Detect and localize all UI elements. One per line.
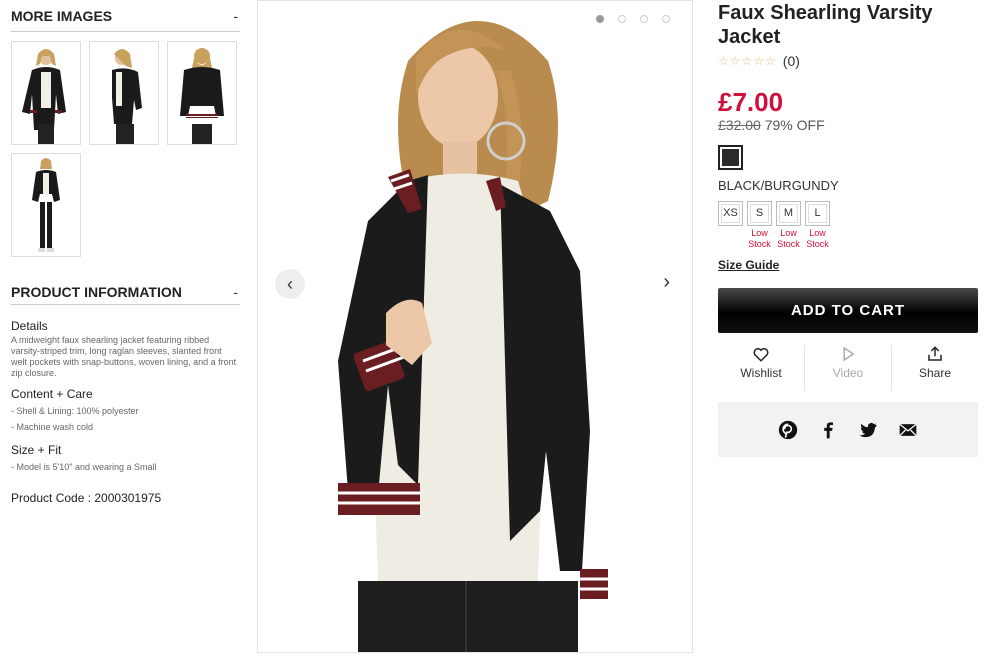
- add-to-cart-button[interactable]: ADD TO CART: [718, 288, 978, 333]
- size-option[interactable]: S Low Stock: [747, 201, 772, 250]
- more-images-heading: MORE IMAGES: [11, 7, 113, 24]
- carousel-dots: [596, 15, 670, 23]
- star-rating-icon: ☆☆☆☆☆: [718, 54, 777, 68]
- twitter-icon[interactable]: [858, 420, 878, 440]
- size-selector: XS S Low Stock M Low Stock L Low Stock: [718, 201, 978, 250]
- email-icon[interactable]: [898, 420, 918, 440]
- stock-label: Low Stock: [806, 228, 829, 249]
- product-title: Faux Shearling Varsity Jacket: [718, 2, 933, 48]
- collapse-icon[interactable]: -: [233, 284, 240, 300]
- color-name: BLACK/BURGUNDY: [718, 178, 839, 193]
- chevron-right-icon[interactable]: ›: [663, 271, 670, 294]
- product-information-header[interactable]: PRODUCT INFORMATION -: [11, 279, 240, 305]
- size-fit-title: Size + Fit: [11, 443, 62, 457]
- wishlist-button[interactable]: Wishlist: [718, 345, 804, 391]
- details-title: Details: [11, 319, 48, 333]
- video-button[interactable]: Video: [804, 345, 891, 391]
- size-option[interactable]: XS: [718, 201, 743, 250]
- size-label[interactable]: XS: [718, 201, 743, 226]
- content-care-title: Content + Care: [11, 387, 93, 401]
- thumbnail-gallery: [11, 41, 251, 257]
- size-label[interactable]: S: [747, 201, 772, 226]
- model-photo: [338, 21, 608, 652]
- video-label: Video: [832, 366, 864, 380]
- sale-price: £7.00: [718, 87, 784, 117]
- chevron-left-icon[interactable]: ‹: [275, 269, 305, 299]
- facebook-icon[interactable]: [818, 420, 838, 440]
- original-price: £32.00: [718, 117, 761, 133]
- play-icon: [843, 346, 855, 362]
- share-icon: [928, 346, 942, 361]
- details-block: Details A midweight faux shearling jacke…: [11, 319, 240, 379]
- color-swatch[interactable]: [718, 145, 743, 170]
- size-option[interactable]: L Low Stock: [805, 201, 830, 250]
- size-guide-link[interactable]: Size Guide: [718, 258, 779, 272]
- review-count[interactable]: (0): [783, 53, 800, 69]
- stock-label: Low Stock: [748, 228, 771, 249]
- product-details-column: Faux Shearling Varsity Jacket ☆☆☆☆☆ (0) …: [718, 0, 978, 457]
- content-care-block: Content + Care - Shell & Lining: 100% po…: [11, 387, 240, 435]
- thumbnail-full-body[interactable]: [11, 153, 81, 257]
- rating[interactable]: ☆☆☆☆☆ (0): [718, 53, 978, 69]
- size-label[interactable]: L: [805, 201, 830, 226]
- share-button[interactable]: Share: [891, 345, 978, 391]
- care-item: - Machine wash cold: [11, 422, 94, 432]
- more-images-header[interactable]: MORE IMAGES -: [11, 0, 240, 32]
- share-label: Share: [918, 366, 952, 380]
- size-label[interactable]: M: [776, 201, 801, 226]
- carousel-dot-3[interactable]: [640, 15, 648, 23]
- product-code: Product Code : 2000301975: [11, 491, 162, 505]
- product-information-section: PRODUCT INFORMATION - Details A midweigh…: [11, 279, 240, 505]
- heart-icon: [753, 348, 769, 362]
- main-product-image[interactable]: ‹ ›: [257, 0, 693, 653]
- stock-label: Low Stock: [777, 228, 800, 249]
- thumbnail-front[interactable]: [11, 41, 81, 145]
- action-bar: Wishlist Video Share: [718, 345, 978, 391]
- social-share-bar: [718, 402, 978, 457]
- details-text: A midweight faux shearling jacket featur…: [11, 335, 237, 378]
- thumbnail-side[interactable]: [89, 41, 159, 145]
- size-fit-block: Size + Fit - Model is 5'10" and wearing …: [11, 443, 240, 475]
- wishlist-label: Wishlist: [740, 366, 782, 380]
- size-option[interactable]: M Low Stock: [776, 201, 801, 250]
- product-information-heading: PRODUCT INFORMATION: [11, 283, 182, 300]
- thumbnail-back[interactable]: [167, 41, 237, 145]
- collapse-icon[interactable]: -: [233, 8, 240, 24]
- left-column: MORE IMAGES - PRODUCT INFORMATION - Deta…: [11, 0, 240, 505]
- pinterest-icon[interactable]: [778, 420, 798, 440]
- carousel-dot-4[interactable]: [662, 15, 670, 23]
- carousel-dot-1[interactable]: [596, 15, 604, 23]
- care-item: - Shell & Lining: 100% polyester: [11, 406, 139, 416]
- discount-label: 79% OFF: [764, 117, 825, 133]
- original-price-line: £32.00 79% OFF: [718, 117, 978, 133]
- fit-item: - Model is 5'10" and wearing a Small: [11, 462, 157, 472]
- carousel-dot-2[interactable]: [618, 15, 626, 23]
